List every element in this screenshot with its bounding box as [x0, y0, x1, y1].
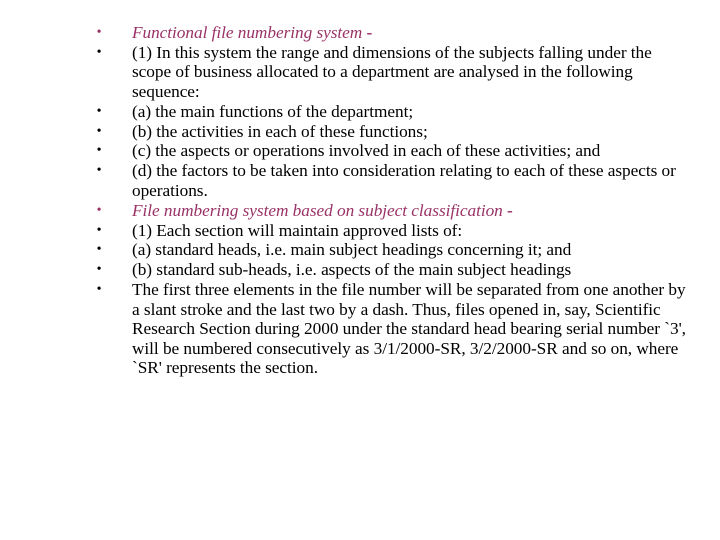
item-text: (b) standard sub-heads, i.e. aspects of … [132, 260, 572, 280]
bullet-icon: • [96, 143, 102, 159]
item-text: (c) the aspects or operations involved i… [132, 141, 601, 161]
slide: • Functional file numbering system - • (… [0, 0, 720, 540]
bullet-icon: • [96, 123, 102, 139]
list-item: • (1) In this system the range and dimen… [93, 43, 693, 101]
heading-text: Functional file numbering system [132, 23, 363, 42]
item-text: (d) the factors to be taken into conside… [132, 161, 676, 200]
bullet-icon: • [96, 202, 102, 218]
item-text: (1) In this system the range and dimensi… [132, 42, 652, 101]
bullet-list: • Functional file numbering system - • (… [93, 23, 693, 378]
heading-functional-file-numbering: • Functional file numbering system - [93, 23, 693, 42]
bullet-icon: • [96, 242, 102, 258]
bullet-icon: • [96, 222, 102, 238]
list-item: • (1) Each section will maintain approve… [93, 221, 693, 240]
heading-dash: - [362, 23, 373, 42]
heading-subject-classification: • File numbering system based on subject… [93, 201, 693, 220]
bullet-icon: • [96, 282, 102, 298]
item-text: (a) standard heads, i.e. main subject he… [132, 240, 572, 260]
list-item: • (a) the main functions of the departme… [93, 102, 693, 121]
bullet-icon: • [96, 262, 102, 278]
bullet-icon: • [96, 25, 102, 40]
heading-text: File numbering system based on subject c… [132, 200, 503, 220]
bullet-icon: • [96, 103, 102, 119]
bullet-icon: • [96, 44, 102, 60]
list-item: • (b) standard sub-heads, i.e. aspects o… [93, 260, 693, 279]
list-item: • (a) standard heads, i.e. main subject … [93, 240, 693, 259]
heading-dash: - [502, 200, 513, 220]
item-text: (1) Each section will maintain approved … [132, 220, 463, 240]
list-item: • (b) the activities in each of these fu… [93, 122, 693, 141]
item-text: (a) the main functions of the department… [132, 101, 414, 121]
item-text: (b) the activities in each of these func… [132, 121, 428, 141]
list-item: • (d) the factors to be taken into consi… [93, 161, 693, 200]
list-item: • (c) the aspects or operations involved… [93, 141, 693, 160]
bullet-icon: • [96, 163, 102, 179]
item-text: The first three elements in the file num… [132, 280, 686, 377]
list-item: • The first three elements in the file n… [93, 280, 693, 377]
